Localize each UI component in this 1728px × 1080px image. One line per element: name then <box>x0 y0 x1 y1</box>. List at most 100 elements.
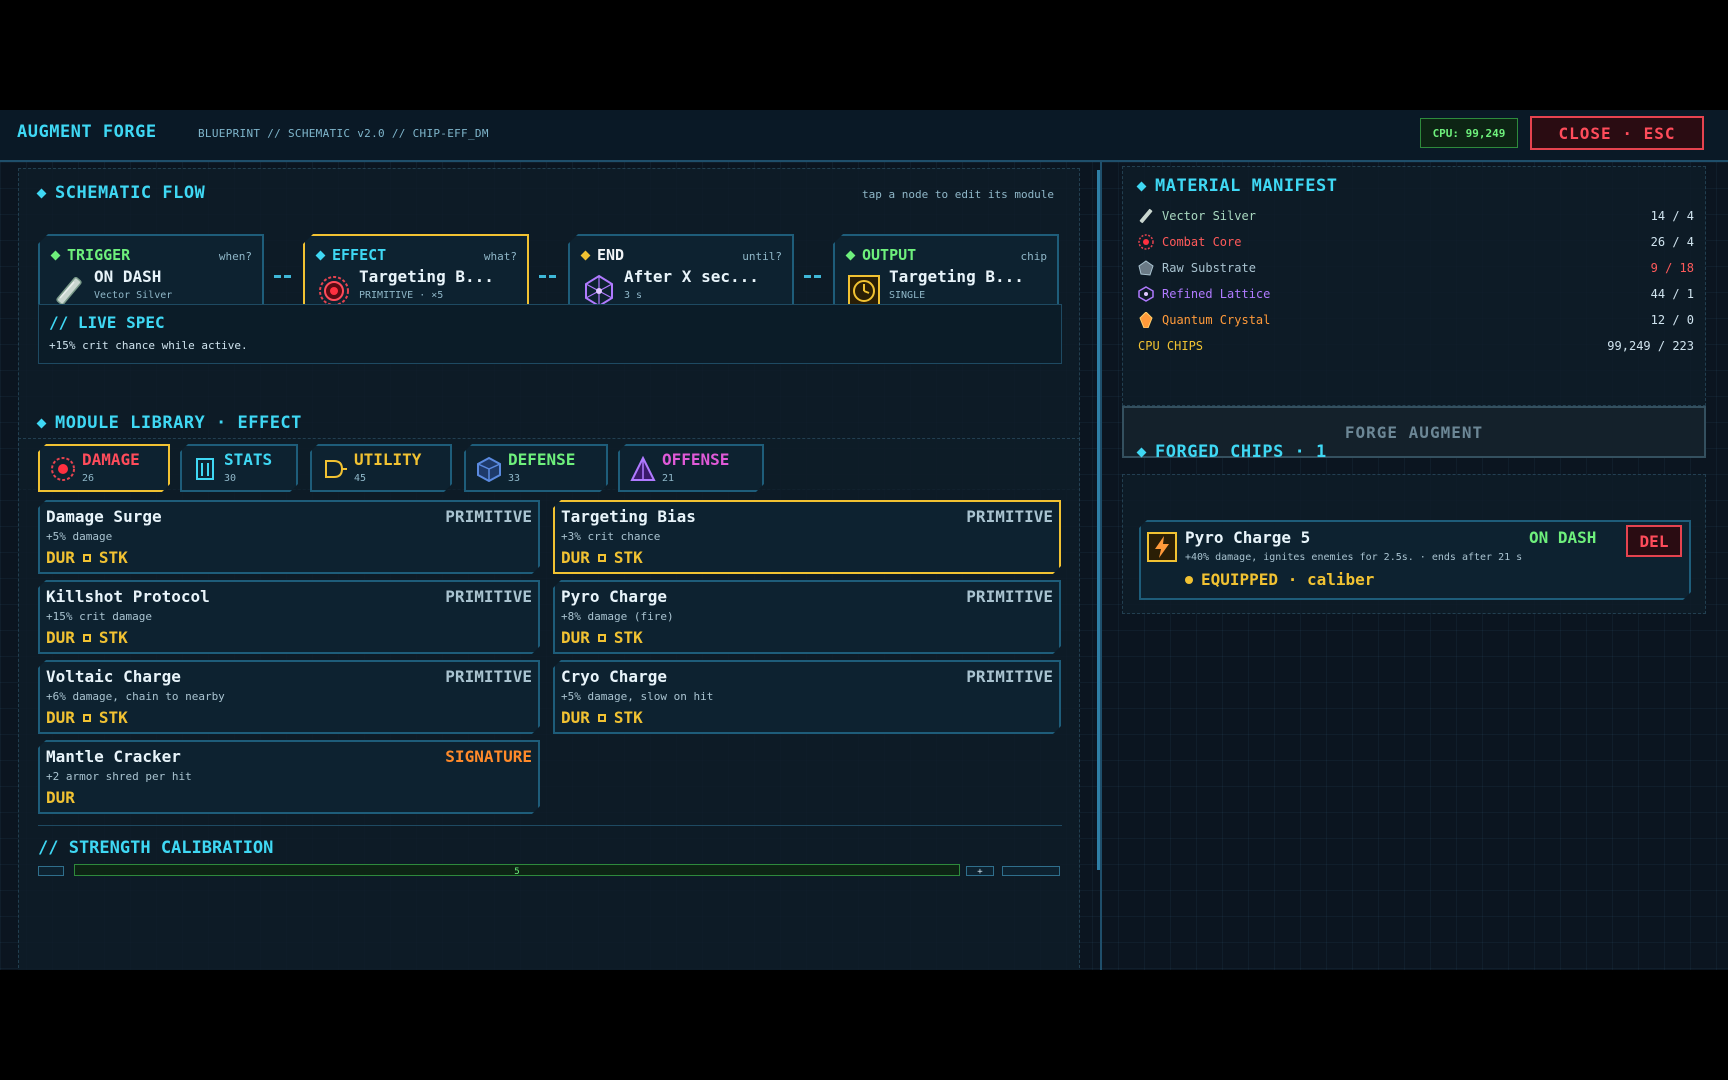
node-label-text: END <box>597 246 625 264</box>
material-qty: 26 / 4 <box>1650 235 1694 249</box>
tag-stk: STK <box>613 708 643 727</box>
section-divider <box>38 825 1062 826</box>
blueprint-path: BLUEPRINT // SCHEMATIC v2.0 // CHIP-EFF_… <box>198 127 489 140</box>
module-card-targeting-bias[interactable]: Targeting Bias PRIMITIVE +3% crit chance… <box>553 500 1061 574</box>
tab-count: 26 <box>82 473 95 484</box>
diamond-icon <box>1136 447 1147 457</box>
tag-stk: STK <box>613 548 643 567</box>
module-card-damage-surge[interactable]: Damage Surge PRIMITIVE +5% damage DUR STK <box>38 500 540 574</box>
schematic-flow-title-text: SCHEMATIC FLOW <box>55 183 206 203</box>
node-value: Targeting B... <box>359 267 494 286</box>
tab-label: OFFENSE <box>662 450 730 469</box>
cpu-chips-qty: 99,249 / 223 <box>1607 339 1694 353</box>
tab-label: DEFENSE <box>508 450 576 469</box>
module-name: Killshot Protocol <box>46 587 210 606</box>
clock-chip-icon <box>847 274 881 308</box>
cpu-chips-label: CPU CHIPS <box>1138 339 1204 353</box>
tab-count: 30 <box>224 473 237 484</box>
letterbox-bottom <box>0 970 1728 1080</box>
tag-stk: STK <box>613 628 643 647</box>
module-card-pyro-charge[interactable]: Pyro Charge PRIMITIVE +8% damage (fire) … <box>553 580 1061 654</box>
tab-damage[interactable]: DAMAGE 26 <box>38 444 170 492</box>
tag-dur: DUR <box>561 548 590 567</box>
utility-icon <box>322 456 348 482</box>
forged-chips-title: FORGED CHIPS · 1 <box>1136 442 1327 462</box>
node-question: when? <box>218 250 252 263</box>
strength-decrement-button[interactable] <box>38 866 64 876</box>
diamond-icon <box>36 188 47 198</box>
module-tags: DUR STK <box>46 548 128 567</box>
node-value: ON DASH <box>94 267 162 286</box>
live-spec-box: // LIVE SPEC +15% crit chance while acti… <box>38 304 1062 364</box>
material-row-vector-silver: Vector Silver 14 / 4 <box>1138 206 1694 226</box>
column-divider <box>1100 162 1102 970</box>
node-value: Targeting B... <box>889 267 1024 286</box>
tag-dur: DUR <box>561 708 590 727</box>
module-name: Mantle Cracker <box>46 747 181 766</box>
left-scrollbar[interactable] <box>1097 170 1100 870</box>
chip-trigger: ON DASH <box>1529 528 1597 547</box>
material-row-combat-core: Combat Core 26 / 4 <box>1138 232 1694 252</box>
separator-square-icon <box>83 634 91 642</box>
strength-value: 5 <box>514 867 520 876</box>
module-desc: +2 armor shred per hit <box>46 770 192 783</box>
separator-square-icon <box>83 554 91 562</box>
tab-offense[interactable]: OFFENSE 21 <box>618 444 764 492</box>
module-card-killshot-protocol[interactable]: Killshot Protocol PRIMITIVE +15% crit da… <box>38 580 540 654</box>
module-tags: DUR STK <box>46 628 128 647</box>
module-library-title-text: MODULE LIBRARY · EFFECT <box>55 413 302 433</box>
refined-lattice-icon <box>1138 286 1154 302</box>
forged-chip-card[interactable]: Pyro Charge 5 ON DASH +40% damage, ignit… <box>1139 520 1691 600</box>
damage-icon <box>50 456 76 482</box>
forge-screen: AUGMENT FORGE BLUEPRINT // SCHEMATIC v2.… <box>0 110 1728 970</box>
cpu-balance-badge: CPU: 99,249 <box>1420 118 1518 148</box>
material-row-refined-lattice: Refined Lattice 44 / 1 <box>1138 284 1694 304</box>
strength-increment-button[interactable]: + <box>966 866 994 877</box>
module-tags: DUR STK <box>561 708 643 727</box>
vector-silver-icon <box>1139 208 1153 224</box>
material-row-quantum-crystal: Quantum Crystal 12 / 0 <box>1138 310 1694 330</box>
strength-preset-button[interactable] <box>1002 866 1060 876</box>
node-label: EFFECT <box>317 246 386 264</box>
module-desc: +3% crit chance <box>561 530 661 543</box>
raw-substrate-icon <box>1138 260 1154 276</box>
node-question: chip <box>1020 250 1047 263</box>
tag-dur: DUR <box>46 628 75 647</box>
node-label-text: OUTPUT <box>862 246 917 264</box>
delete-chip-button[interactable]: DEL <box>1626 525 1682 557</box>
lightning-chip-icon <box>1147 532 1177 562</box>
module-tags: DUR STK <box>561 548 643 567</box>
close-button[interactable]: CLOSE · ESC <box>1530 116 1704 150</box>
flow-connector <box>802 273 822 281</box>
schematic-flow-title: SCHEMATIC FLOW <box>36 183 206 203</box>
flow-connector <box>272 273 292 281</box>
module-card-voltaic-charge[interactable]: Voltaic Charge PRIMITIVE +6% damage, cha… <box>38 660 540 734</box>
material-row-raw-substrate: Raw Substrate 9 / 18 <box>1138 258 1694 278</box>
quantum-crystal-icon <box>1139 312 1153 328</box>
material-name: Vector Silver <box>1162 209 1256 223</box>
tag-dur: DUR <box>46 788 75 807</box>
tab-defense[interactable]: DEFENSE 33 <box>464 444 608 492</box>
material-manifest-title: MATERIAL MANIFEST <box>1136 176 1338 196</box>
module-tags: DUR STK <box>561 628 643 647</box>
tab-utility[interactable]: UTILITY 45 <box>310 444 452 492</box>
module-desc: +5% damage, slow on hit <box>561 690 714 703</box>
chip-status: EQUIPPED · caliber <box>1185 570 1374 589</box>
tag-dur: DUR <box>46 708 75 727</box>
diamond-icon <box>1136 181 1147 191</box>
tab-stats[interactable]: STATS 30 <box>180 444 298 492</box>
equipped-dot-icon <box>1185 576 1193 584</box>
module-card-cryo-charge[interactable]: Cryo Charge PRIMITIVE +5% damage, slow o… <box>553 660 1061 734</box>
separator-square-icon <box>598 554 606 562</box>
module-tier: PRIMITIVE <box>966 667 1053 686</box>
module-desc: +15% crit damage <box>46 610 152 623</box>
module-card-mantle-cracker[interactable]: Mantle Cracker SIGNATURE +2 armor shred … <box>38 740 540 814</box>
module-library-title: MODULE LIBRARY · EFFECT <box>36 413 302 433</box>
module-name: Voltaic Charge <box>46 667 181 686</box>
chip-desc: +40% damage, ignites enemies for 2.5s. ·… <box>1185 552 1523 563</box>
flow-hint: tap a node to edit its module <box>862 188 1055 201</box>
module-name: Pyro Charge <box>561 587 667 606</box>
flow-connector <box>537 273 557 281</box>
module-name: Targeting Bias <box>561 507 696 526</box>
strength-slider[interactable]: 5 <box>74 864 960 876</box>
